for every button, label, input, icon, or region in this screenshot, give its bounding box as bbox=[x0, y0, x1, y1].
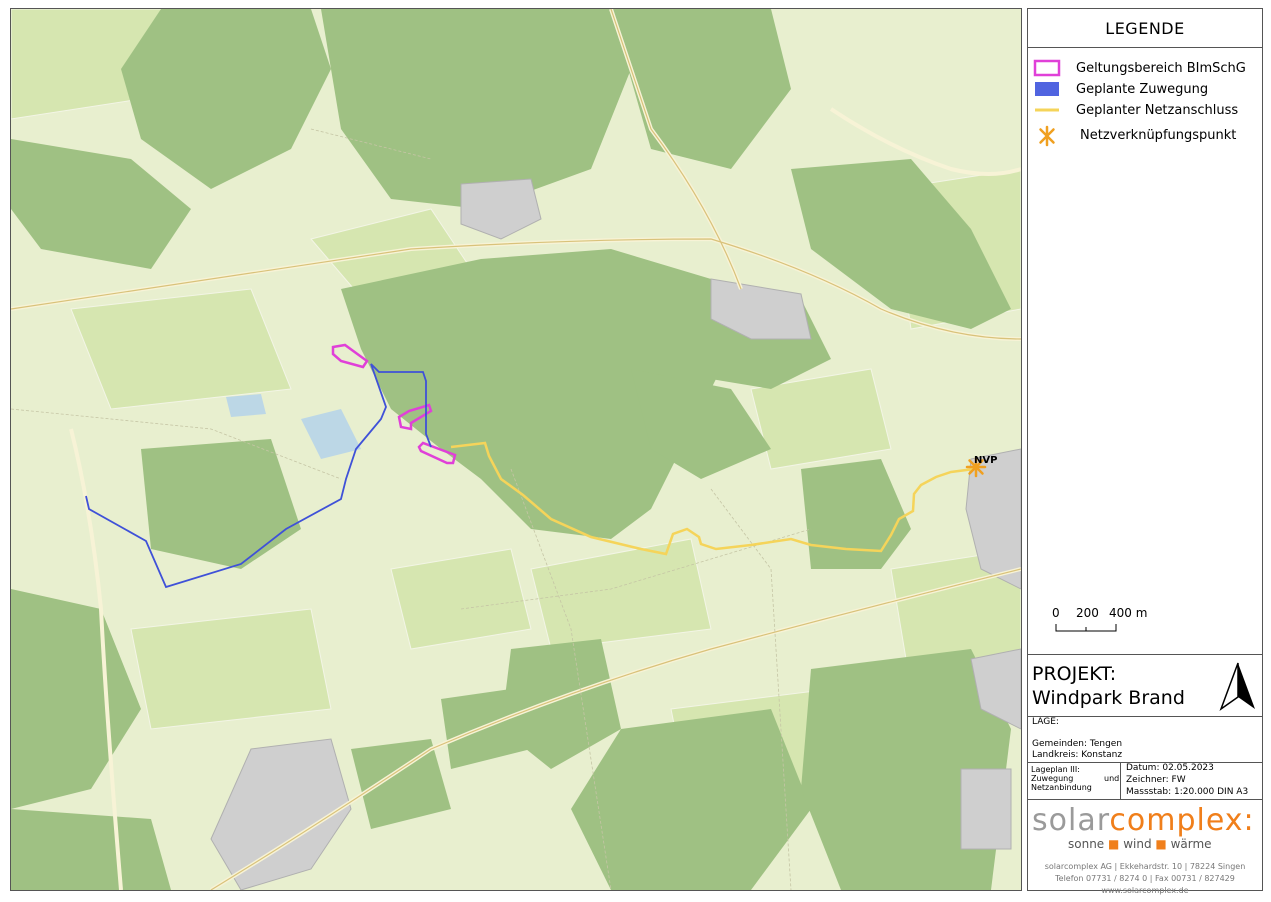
plan-title-cell: Lageplan III: Zuwegung und Netzanbindung bbox=[1028, 762, 1121, 799]
legend-title: LEGENDE bbox=[1028, 9, 1262, 48]
tag-sonne: sonne bbox=[1068, 837, 1105, 851]
nvp-symbol-icon bbox=[1039, 125, 1055, 147]
lage-box: LAGE: Gemeinden: Tengen Landkreis: Konst… bbox=[1028, 715, 1262, 763]
solarcomplex-brand: solarcomplex: sonne ■ wind ■ wärme solar… bbox=[1028, 799, 1262, 895]
plan-meta-cell: Datum: 02.05.2023 Zeichner: FW Massstab:… bbox=[1124, 762, 1262, 799]
meta-zeichner: Zeichner: FW bbox=[1126, 775, 1186, 785]
project-label: PROJEKT: bbox=[1032, 663, 1117, 685]
legend-label-geltungsbereich: Geltungsbereich BImSchG bbox=[1076, 61, 1246, 76]
nvp-label: NVP bbox=[974, 455, 998, 466]
tag-wind: wind bbox=[1123, 837, 1152, 851]
project-name: Windpark Brand bbox=[1032, 687, 1185, 709]
meta-datum: Datum: 02.05.2023 bbox=[1126, 763, 1214, 773]
scale-label-200: 200 bbox=[1076, 606, 1099, 620]
brand-phone: Telefon 07731 / 8274 0 | Fax 00731 / 827… bbox=[1055, 874, 1235, 883]
plan-line-3: Netzanbindung bbox=[1031, 783, 1092, 792]
plan-line-1: Lageplan III: bbox=[1031, 765, 1080, 774]
legend-item-geltungsbereich: Geltungsbereich BImSchG bbox=[1028, 59, 1262, 79]
meta-massstab: Massstab: 1:20.000 DIN A3 bbox=[1126, 787, 1249, 797]
geltungsbereich-symbol-icon bbox=[1033, 59, 1061, 77]
plan-line-2b: und bbox=[1104, 774, 1120, 783]
legend-item-zuwegung: Geplante Zuwegung bbox=[1028, 80, 1262, 100]
brand-tagline: sonne ■ wind ■ wärme bbox=[1068, 837, 1212, 851]
scale-label-400: 400 m bbox=[1109, 606, 1148, 620]
lage-landkreis: Landkreis: Konstanz bbox=[1032, 750, 1123, 760]
legend-label-zuwegung: Geplante Zuwegung bbox=[1076, 82, 1209, 97]
zuwegung-symbol-icon bbox=[1035, 82, 1059, 96]
plan-info-box: Lageplan III: Zuwegung und Netzanbindung… bbox=[1028, 762, 1262, 800]
lage-gemeinden: Gemeinden: Tengen bbox=[1032, 739, 1123, 749]
side-panel: LEGENDE Geltungsbereich BImSchG Geplante… bbox=[1027, 8, 1263, 895]
lage-label: LAGE: bbox=[1032, 717, 1059, 727]
brand-address: solarcomplex AG | Ekkehardstr. 10 | 7822… bbox=[1044, 862, 1246, 871]
scale-ruler-icon bbox=[1055, 624, 1117, 632]
scale-label-0: 0 bbox=[1052, 606, 1060, 620]
legend-label-nvp: Netzverknüpfungspunkt bbox=[1080, 128, 1237, 143]
project-box: PROJEKT: Windpark Brand bbox=[1028, 654, 1262, 717]
brand-name-a: solar bbox=[1032, 803, 1110, 838]
legend-item-netzanschluss: Geplanter Netzanschluss bbox=[1028, 101, 1262, 121]
legend-label-netzanschluss: Geplanter Netzanschluss bbox=[1076, 103, 1239, 118]
brand-website[interactable]: www.solarcomplex.de bbox=[1028, 886, 1262, 895]
legend-item-nvp: Netzverknüpfungspunkt bbox=[1028, 125, 1262, 147]
plan-line-2: Zuwegung bbox=[1031, 774, 1074, 783]
map-view[interactable]: NVP bbox=[10, 8, 1022, 891]
brand-logo: solarcomplex: bbox=[1032, 803, 1255, 838]
netzanschluss-symbol-icon bbox=[1035, 108, 1059, 112]
north-arrow-icon bbox=[1219, 662, 1255, 712]
tag-waerme: wärme bbox=[1170, 837, 1212, 851]
scale-bar: 0 200 400 m bbox=[1052, 606, 1172, 637]
map-canvas bbox=[11, 9, 1021, 890]
brand-name-b: complex: bbox=[1109, 803, 1255, 838]
